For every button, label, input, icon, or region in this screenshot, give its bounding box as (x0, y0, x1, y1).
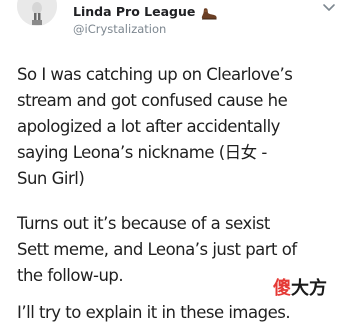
more-options-button[interactable] (319, 0, 339, 16)
author-display-name[interactable]: Linda Pro League (73, 4, 195, 19)
avatar[interactable] (17, 0, 57, 26)
tweet-line: stream and got confused cause he (17, 91, 288, 110)
leg-emoji-icon (200, 5, 218, 20)
tweet-paragraph-1: So I was catching up on Clearlove’s stre… (17, 62, 347, 192)
watermark-text: 大方 (291, 278, 327, 299)
author-name-row[interactable]: Linda Pro League (73, 1, 218, 21)
tweet-line: Sun Girl) (17, 169, 85, 188)
tweet-line: apologized a lot after accidentally (17, 117, 280, 136)
author-handle[interactable]: @iCrystalization (73, 22, 166, 36)
tweet-line: So I was catching up on Clearlove’s (17, 65, 293, 84)
watermark: 傻大方 (273, 274, 327, 300)
chevron-down-icon (323, 4, 335, 11)
tweet-card: Linda Pro League @iCrystalization So I w… (0, 0, 351, 330)
tweet-line: saying Leona’s nickname (日女 - (17, 143, 267, 162)
tweet-line: Sett meme, and Leona’s just part of (17, 240, 297, 259)
tweet-line: Turns out it’s because of a sexist (17, 214, 270, 233)
tweet-line: I’ll try to explain it in these images. (17, 303, 291, 322)
tweet-paragraph-3: I’ll try to explain it in these images. (17, 300, 347, 326)
watermark-char: 傻 (273, 278, 291, 299)
